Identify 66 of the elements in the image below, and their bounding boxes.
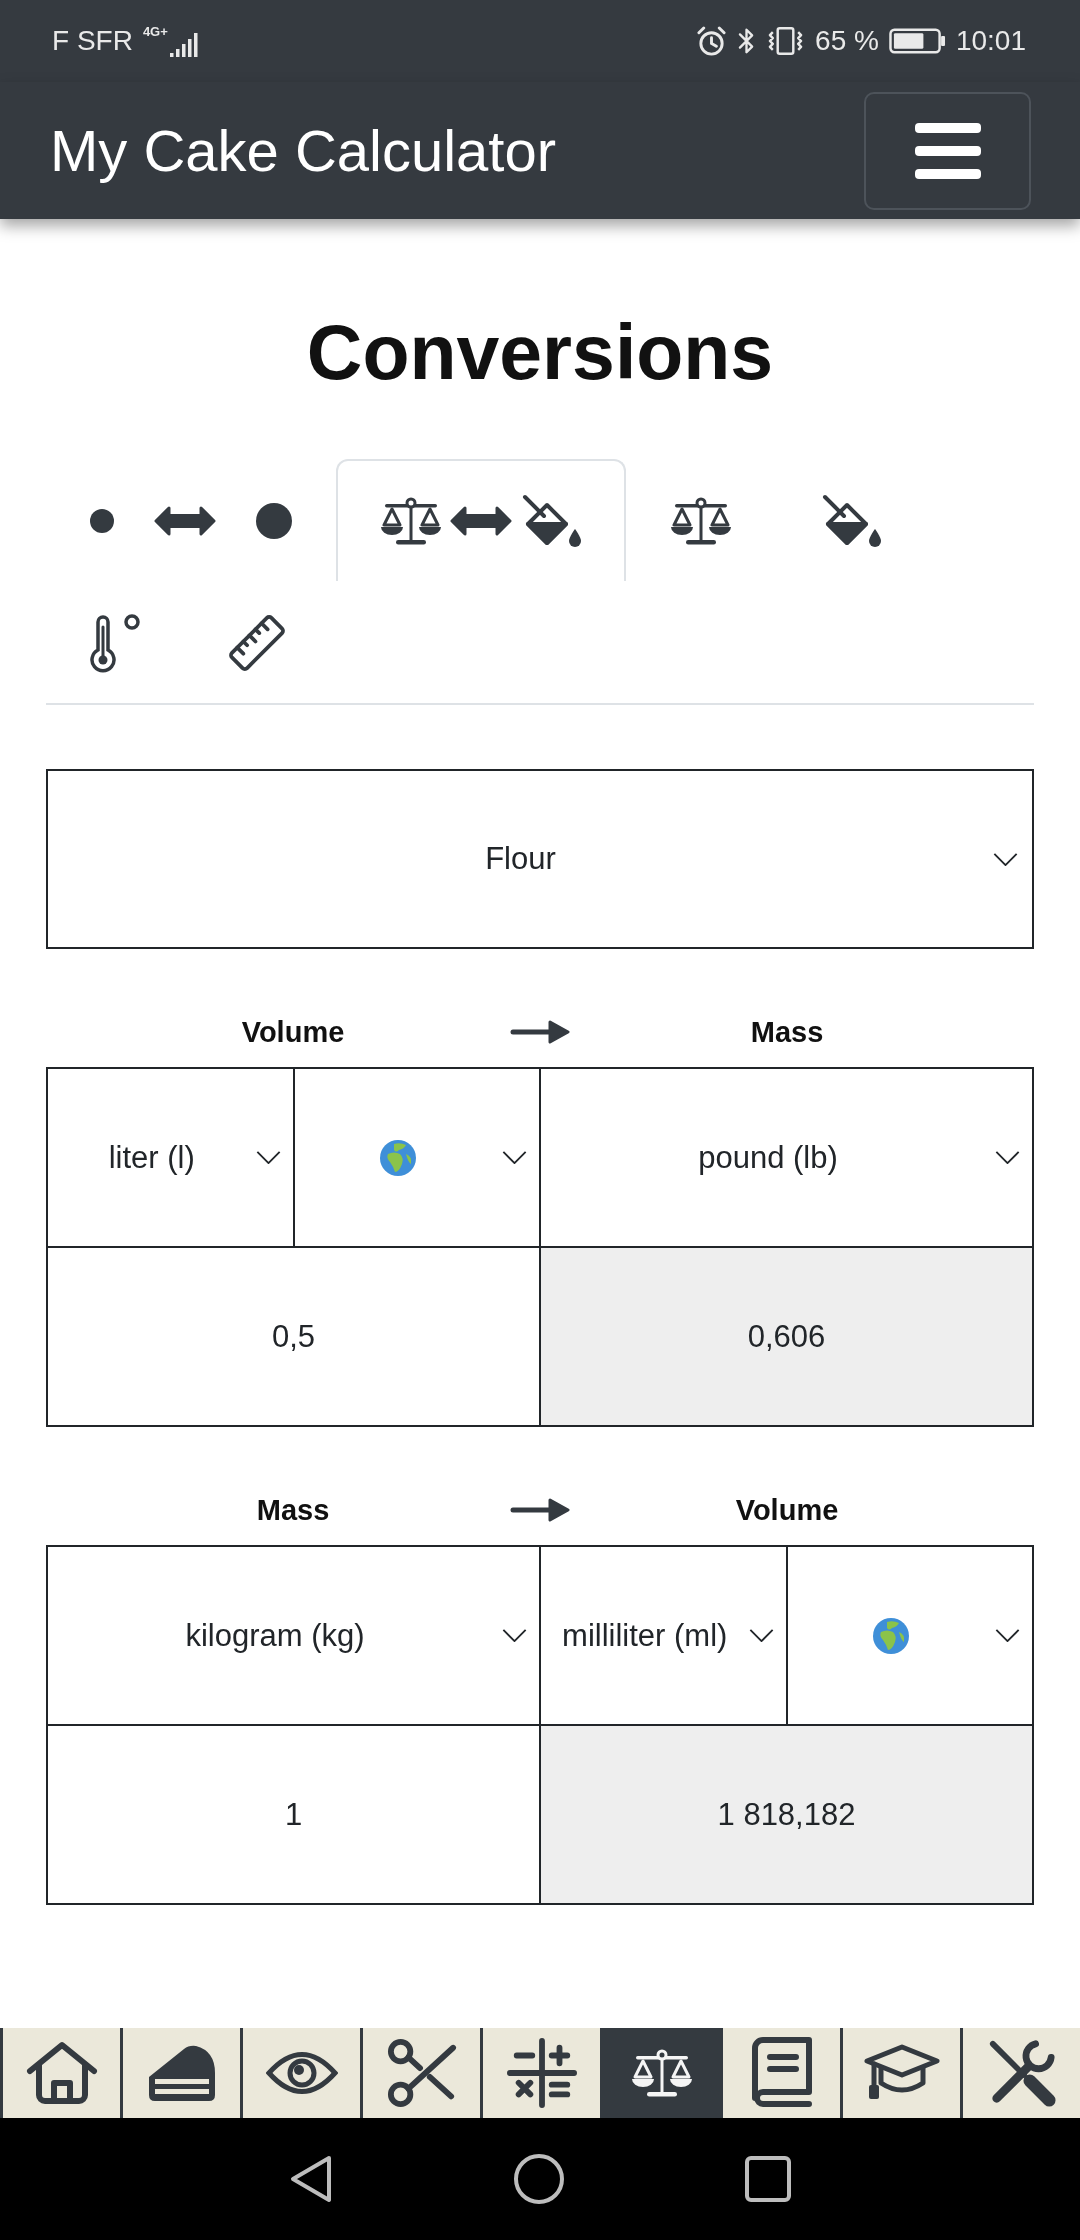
network-type: 4G+: [142, 25, 168, 38]
paint-bucket-icon: [820, 493, 882, 549]
ruler-icon: [228, 614, 286, 672]
chevron-down-icon: [995, 1629, 1020, 1642]
eye-icon: [265, 2050, 338, 2096]
back-icon[interactable]: [289, 2154, 333, 2204]
book-icon: [751, 2037, 812, 2109]
nav-tab[interactable]: [480, 2028, 600, 2118]
unit-type-label: Volume: [735, 1493, 839, 1527]
unit-type-label: Mass: [256, 1493, 330, 1527]
menu-icon: [914, 122, 981, 179]
chevron-down-icon: [993, 852, 1018, 866]
amount-field[interactable]: 0,5: [48, 1248, 539, 1425]
nav-tab[interactable]: [0, 2028, 120, 2118]
battery-icon: [888, 28, 946, 54]
chevron-down-icon: [255, 1151, 281, 1164]
balance-scale-icon: [670, 497, 732, 545]
thermometer-icon: [90, 613, 140, 673]
clock-time: 10:01: [955, 25, 1026, 57]
house-icon: [25, 2041, 98, 2105]
square-icon[interactable]: [745, 2156, 791, 2202]
unit-type-label: Volume: [241, 1015, 345, 1049]
globe-dropdown[interactable]: [787, 1547, 1032, 1724]
app-title: My Cake Calculator: [50, 116, 557, 185]
ingredient-dropdown[interactable]: Flour: [46, 769, 1034, 949]
nav-tab[interactable]: [600, 2028, 720, 2118]
nav-tab[interactable]: [840, 2028, 960, 2118]
globe-dropdown[interactable]: [294, 1069, 539, 1246]
unit-dropdown[interactable]: milliliter (ml): [541, 1547, 786, 1724]
scissors-icon: [386, 2038, 457, 2108]
amount-field[interactable]: 1: [48, 1726, 539, 1903]
globe-icon: [873, 1617, 910, 1654]
unit-dropdown[interactable]: liter (l): [48, 1069, 293, 1246]
balance-scale-icon: [380, 497, 442, 545]
chevron-down-icon: [995, 1151, 1020, 1164]
circle-icon[interactable]: [513, 2153, 565, 2205]
nav-tab[interactable]: [120, 2028, 240, 2118]
alarm-clock-icon: [696, 25, 728, 57]
globe-icon: [380, 1139, 417, 1176]
menu-button[interactable]: [864, 91, 1031, 210]
result-field: 1 818,182: [541, 1726, 1032, 1903]
double-arrow-icon: [450, 506, 512, 536]
double-arrow-icon: [154, 506, 216, 536]
right-arrow-icon: [510, 1498, 570, 1522]
nav-tab[interactable]: [360, 2028, 480, 2118]
balance-scale-icon: [630, 2049, 693, 2097]
page-heading: Conversions: [306, 308, 774, 397]
chevron-down-icon: [502, 1629, 527, 1642]
chevron-down-icon: [748, 1629, 774, 1642]
paint-bucket-icon: [520, 493, 582, 549]
battery-percent: 65 %: [815, 25, 879, 57]
unit-dropdown[interactable]: pound (lb): [541, 1069, 1032, 1246]
nav-tab[interactable]: [960, 2028, 1080, 2118]
unit-type-label: Mass: [750, 1015, 824, 1049]
small-dot-icon: [90, 509, 114, 533]
conversion-tab[interactable]: [336, 459, 626, 581]
large-dot-icon: [256, 503, 292, 539]
signal-bars-icon: [169, 31, 198, 57]
carrier-name: F SFR: [52, 25, 133, 57]
chevron-down-icon: [502, 1151, 527, 1164]
math-symbols-icon: [506, 2038, 577, 2108]
nav-tab[interactable]: [720, 2028, 840, 2118]
unit-dropdown[interactable]: kilogram (kg): [48, 1547, 539, 1724]
result-field: 0,606: [541, 1248, 1032, 1425]
nav-tab[interactable]: [240, 2028, 360, 2118]
right-arrow-icon: [510, 1020, 570, 1044]
